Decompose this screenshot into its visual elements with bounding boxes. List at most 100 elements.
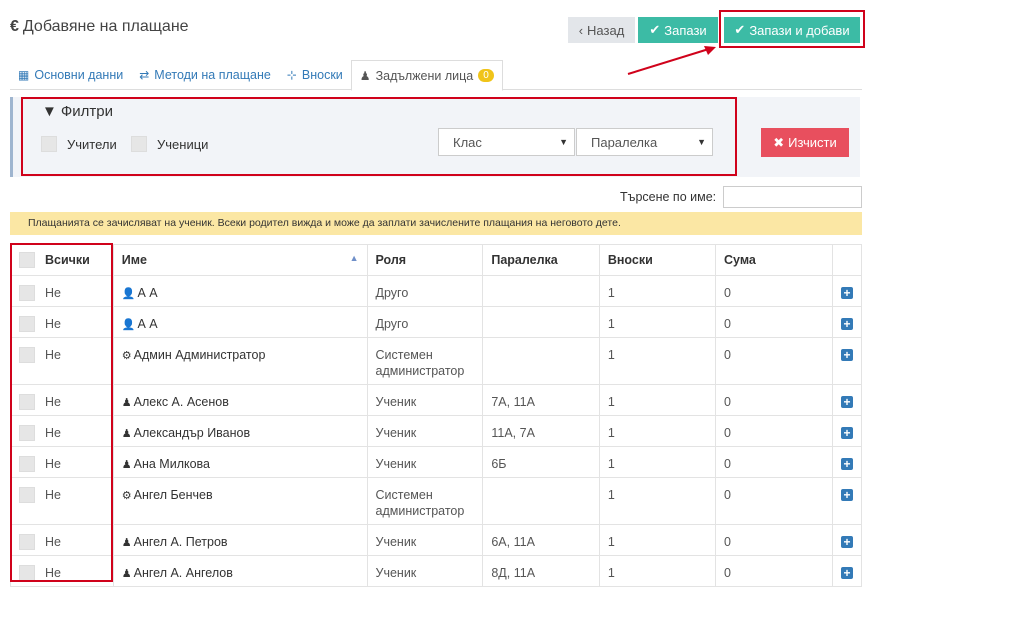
row-name: Ангел А. Ангелов [133, 566, 233, 580]
cell-role: Системен администратор [366, 337, 484, 385]
row-name: Ангел Бенчев [133, 488, 213, 502]
cell-paralelka [482, 275, 600, 307]
tab-bar: ▦ Основни данни ⇄ Методи на плащане ⊹ Вн… [10, 60, 862, 91]
cell-suma: 0 [715, 446, 833, 478]
chevron-left-icon: ‹ [578, 22, 584, 38]
search-input[interactable] [723, 186, 862, 208]
save-button-label: Запази [664, 22, 707, 38]
plus-icon[interactable]: + [840, 458, 853, 470]
row-suma: 0 [724, 426, 731, 440]
student-icon: ♟ [121, 397, 132, 409]
table-row: Не 👤 А А Друго 1 0 + [10, 275, 863, 307]
cell-vnoski: 1 [598, 524, 717, 556]
row-name: Алекс А. Асенов [133, 395, 229, 409]
header-role[interactable]: Роля [366, 244, 484, 276]
plus-icon[interactable]: + [840, 427, 853, 439]
header-paralelka[interactable]: Паралелка [482, 244, 600, 276]
tab-main-data[interactable]: ▦ Основни данни [10, 60, 131, 90]
cell-name: 👤 А А [112, 275, 368, 307]
tab-obligated-persons[interactable]: ♟ Задължени лица 0 [350, 60, 503, 91]
cell-role: Ученик [366, 555, 484, 587]
cell-role: Ученик [366, 524, 484, 556]
plus-icon[interactable]: + [840, 567, 853, 579]
row-name: Александър Иванов [133, 426, 251, 440]
cell-actions: + [831, 415, 863, 447]
plus-icon[interactable]: + [840, 536, 853, 548]
cell-actions: + [831, 337, 863, 385]
header-name-label: Име [121, 253, 147, 267]
row-suma: 0 [724, 317, 731, 331]
header-role-label: Роля [375, 253, 407, 267]
cell-vnoski: 1 [598, 306, 717, 338]
cell-name: ♟ Ангел А. Ангелов [112, 555, 368, 587]
clear-filters-button[interactable]: ✖ Изчисти [761, 128, 849, 157]
cell-name: ♟ Александър Иванов [112, 415, 368, 447]
gear-icon: ⚙ [121, 490, 132, 502]
sort-asc-icon: ▲ [349, 253, 359, 263]
gear-icon: ⚙ [121, 350, 132, 362]
check-icon: ✔ [649, 22, 661, 37]
row-paralelka: 11А, 7А [491, 426, 535, 440]
row-paralelka: 6А, 11А [491, 535, 535, 549]
header-suma[interactable]: Сума [715, 244, 833, 276]
tab-installments[interactable]: ⊹ Вноски [279, 60, 351, 90]
exchange-icon: ⇄ [139, 68, 150, 82]
row-role: Системен администратор [375, 348, 465, 378]
header-vnoski[interactable]: Вноски [598, 244, 717, 276]
tab-payment-methods[interactable]: ⇄ Методи на плащане [131, 60, 279, 90]
cell-vnoski: 1 [598, 275, 717, 307]
row-suma: 0 [724, 535, 731, 549]
row-vnoski: 1 [607, 286, 615, 300]
plus-icon[interactable]: + [840, 396, 853, 408]
tab-label: Методи на плащане [154, 68, 271, 82]
row-suma: 0 [724, 488, 731, 502]
cell-suma: 0 [715, 306, 833, 338]
plus-icon[interactable]: + [840, 287, 853, 299]
cell-suma: 0 [715, 275, 833, 307]
header-vnoski-label: Вноски [607, 253, 653, 267]
row-suma: 0 [724, 566, 731, 580]
cell-role: Ученик [366, 415, 484, 447]
cell-actions: + [831, 524, 863, 556]
cell-suma: 0 [715, 555, 833, 587]
row-role: Ученик [375, 426, 417, 440]
row-role: Ученик [375, 566, 417, 580]
table-row: Не ♟ Ангел А. Петров Ученик 6А, 11А 1 0 + [10, 524, 863, 556]
row-name: А А [137, 286, 158, 300]
plus-icon[interactable]: + [840, 318, 853, 330]
save-add-highlight-box [719, 10, 865, 48]
cell-role: Ученик [366, 384, 484, 416]
cell-name: ⚙ Ангел Бенчев [112, 477, 368, 525]
filters-highlight-box [21, 97, 737, 176]
row-suma: 0 [724, 457, 731, 471]
cell-name: ♟ Ана Милкова [112, 446, 368, 478]
cell-actions: + [831, 306, 863, 338]
cell-name: ♟ Ангел А. Петров [112, 524, 368, 556]
cell-vnoski: 1 [598, 384, 717, 416]
table-row: Не ♟ Ангел А. Ангелов Ученик 8Д, 11А 1 0 + [10, 555, 863, 587]
cell-paralelka [482, 306, 600, 338]
plus-icon[interactable]: + [840, 489, 853, 501]
user-icon: 👤 [121, 319, 136, 331]
cell-suma: 0 [715, 337, 833, 385]
back-button-label: Назад [587, 22, 625, 38]
header-name[interactable]: Име ▲ [112, 244, 368, 276]
student-icon: ♟ [121, 537, 132, 549]
cell-role: Друго [366, 306, 484, 338]
header-paralelka-label: Паралелка [491, 253, 558, 267]
clear-filters-label: Изчисти [788, 135, 837, 150]
table-row: Не ♟ Александър Иванов Ученик 11А, 7А 1 0 + [10, 415, 863, 447]
cell-actions: + [831, 446, 863, 478]
row-paralelka: 8Д, 11А [491, 566, 536, 580]
cell-vnoski: 1 [598, 415, 717, 447]
row-vnoski: 1 [607, 395, 615, 409]
sitemap-icon: ⊹ [286, 68, 297, 82]
row-name: Ана Милкова [133, 457, 211, 471]
tab-label: Вноски [301, 68, 343, 82]
table-row: Не ♟ Алекс А. Асенов Ученик 7А, 11А 1 0 + [10, 384, 863, 416]
row-name: Ангел А. Петров [133, 535, 228, 549]
table-row: Не ⚙ Ангел Бенчев Системен администратор 1 0 + [10, 477, 863, 525]
row-vnoski: 1 [607, 457, 615, 471]
row-suma: 0 [724, 395, 731, 409]
plus-icon[interactable]: + [840, 349, 853, 361]
